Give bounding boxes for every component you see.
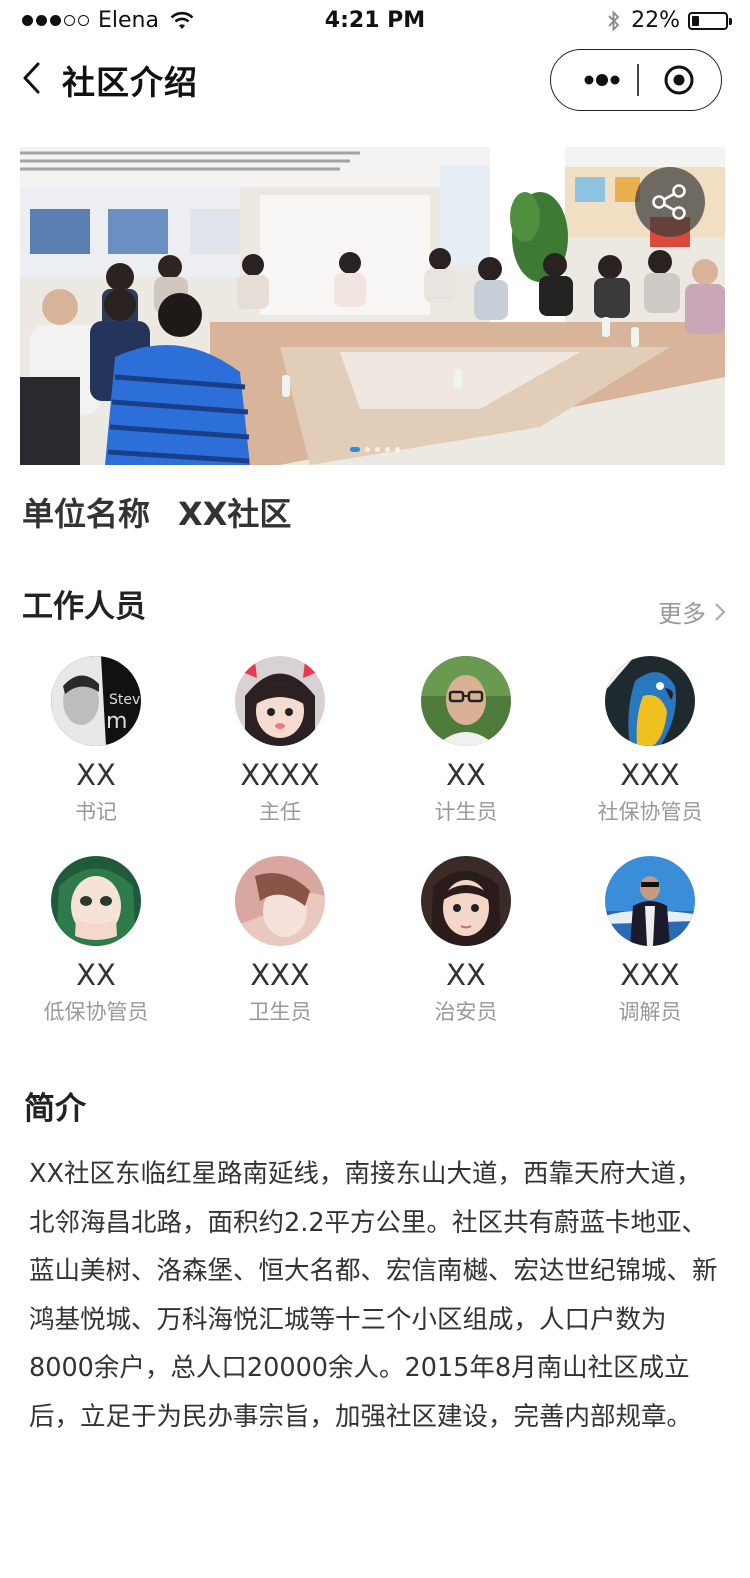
close-target-icon[interactable] xyxy=(659,50,719,109)
staff-section-title: 工作人员 xyxy=(22,589,146,625)
banner-carousel[interactable] xyxy=(20,147,725,465)
staff-name: XXX xyxy=(250,958,310,992)
staff-name: XXX xyxy=(620,758,680,792)
staff-role: 书记 xyxy=(75,800,117,824)
mini-program-capsule xyxy=(550,49,722,111)
staff-member[interactable]: XXXX 主任 xyxy=(187,656,373,826)
carousel-dot[interactable] xyxy=(385,447,390,452)
staff-member[interactable]: XXX 社保协管员 xyxy=(557,656,743,826)
staff-name: XXXX xyxy=(240,758,320,792)
staff-role: 治安员 xyxy=(434,1000,498,1024)
avatar xyxy=(235,656,325,746)
capsule-divider xyxy=(637,64,639,96)
nav-bar: 社区介绍 xyxy=(0,44,750,114)
carousel-dot[interactable] xyxy=(375,447,380,452)
staff-name: XX xyxy=(446,758,486,792)
avatar xyxy=(421,656,511,746)
staff-member[interactable]: XX 治安员 xyxy=(373,856,559,1026)
staff-member[interactable]: XX 计生员 xyxy=(373,656,559,826)
more-label: 更多 xyxy=(658,600,706,628)
staff-member[interactable]: XXX 调解员 xyxy=(557,856,743,1026)
carousel-indicators xyxy=(350,447,405,452)
staff-member[interactable]: XX 低保协管员 xyxy=(3,856,189,1026)
meeting-photo xyxy=(20,147,725,465)
staff-name: XX xyxy=(76,758,116,792)
carousel-dot[interactable] xyxy=(350,447,360,452)
staff-role: 社保协管员 xyxy=(597,800,703,824)
staff-member[interactable]: Stev m XX 书记 xyxy=(3,656,189,826)
staff-role: 卫生员 xyxy=(248,1000,312,1024)
avatar xyxy=(51,856,141,946)
unit-name-row: 单位名称 XX社区 xyxy=(22,489,291,535)
staff-role: 计生员 xyxy=(434,800,498,824)
avatar xyxy=(235,856,325,946)
carousel-dot[interactable] xyxy=(395,447,400,452)
avatar: Stev m xyxy=(51,656,141,746)
staff-name: XX xyxy=(76,958,116,992)
status-right: 22% xyxy=(607,8,732,33)
svg-text:m: m xyxy=(106,709,127,734)
battery-level xyxy=(692,15,699,26)
avatar xyxy=(421,856,511,946)
unit-value: XX社区 xyxy=(178,495,292,533)
avatar xyxy=(605,856,695,946)
back-arrow-icon[interactable] xyxy=(20,58,50,98)
intro-text: XX社区东临红星路南延线，南接东山大道，西靠天府大道，北邻海昌北路，面积约2.2… xyxy=(29,1159,718,1432)
battery-percent: 22% xyxy=(631,8,680,33)
staff-member[interactable]: XXX 卫生员 xyxy=(187,856,373,1026)
staff-name: XX xyxy=(446,958,486,992)
unit-label: 单位名称 xyxy=(22,495,151,533)
bluetooth-icon xyxy=(608,9,620,32)
staff-name: XXX xyxy=(620,958,680,992)
carousel-dot[interactable] xyxy=(365,447,370,452)
svg-text:Stev: Stev xyxy=(109,692,140,708)
chevron-right-icon xyxy=(715,602,726,621)
staff-more-link[interactable]: 更多 xyxy=(658,594,726,629)
staff-role: 主任 xyxy=(259,800,301,824)
status-bar: Elena 4:21 PM 22% xyxy=(0,0,750,44)
staff-role: 低保协管员 xyxy=(43,1000,149,1024)
battery-icon xyxy=(688,11,732,30)
staff-role: 调解员 xyxy=(618,1000,682,1024)
more-dots-icon[interactable] xyxy=(575,50,635,109)
battery-tip xyxy=(729,17,732,25)
page-title: 社区介绍 xyxy=(62,63,198,102)
avatar xyxy=(605,656,695,746)
share-icon[interactable] xyxy=(635,167,705,237)
intro-section-title: 简介 xyxy=(24,1091,86,1127)
